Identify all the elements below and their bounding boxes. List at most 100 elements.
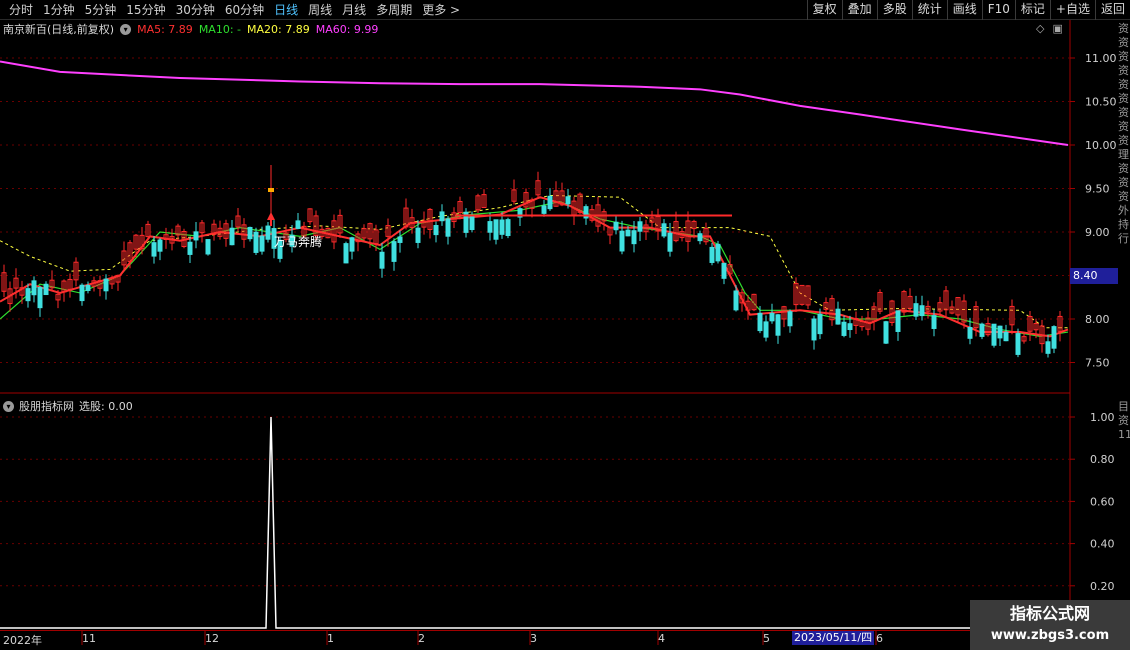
- candle-body: [79, 284, 85, 302]
- candle-body: [493, 219, 499, 240]
- date-label-6: 4: [658, 632, 665, 645]
- candle-body: [37, 287, 43, 309]
- candle-body: [391, 241, 397, 262]
- candle-body: [709, 246, 715, 263]
- candle-body: [811, 318, 817, 341]
- current-price-tag: 8.40: [1070, 268, 1118, 284]
- candle-body: [433, 225, 439, 236]
- date-cursor-label: 2023/05/11/四: [792, 631, 875, 645]
- date-label-8: 6: [876, 632, 883, 645]
- candle-body: [469, 214, 475, 231]
- price-tick-label: 10.50: [1085, 96, 1117, 109]
- candle-body: [625, 229, 631, 237]
- date-label-2: 12: [205, 632, 219, 645]
- candle-body: [769, 312, 775, 322]
- ma10-line: [0, 200, 1069, 338]
- candle-body: [295, 220, 301, 229]
- date-axis: 2023/05/11/四 2022年 11 12 1 2 3 4 5 6: [0, 630, 970, 650]
- candle-body: [763, 321, 769, 338]
- watermark-url: www.zbgs3.com: [990, 628, 1110, 643]
- side-panel-strip: 资资资资资资资资资理资资资外持行: [1118, 22, 1129, 245]
- candle-body: [343, 243, 349, 264]
- candle-body: [268, 188, 274, 192]
- candle-body: [541, 205, 547, 214]
- date-label-1: 11: [82, 632, 96, 645]
- ma60-line: [0, 60, 1069, 146]
- candle-body: [967, 327, 973, 339]
- signal-line: [0, 416, 970, 629]
- watermark-title: 指标公式网: [1009, 604, 1090, 623]
- candle-body: [379, 251, 385, 269]
- sub-tick-label: 0.20: [1090, 580, 1115, 593]
- candle-body: [619, 230, 625, 252]
- candle-body: [43, 283, 49, 296]
- candle-body: [1051, 326, 1057, 349]
- candle-body: [979, 323, 985, 337]
- sub-tick-label: 1.00: [1090, 411, 1115, 424]
- date-label-0: 2022年: [3, 634, 42, 647]
- candle-body: [847, 323, 853, 331]
- candle-body: [631, 230, 637, 245]
- date-label-7: 5: [763, 632, 770, 645]
- candle-body: [715, 243, 721, 262]
- candle-body: [253, 231, 259, 253]
- candle-body: [25, 288, 31, 302]
- candle-body: [397, 236, 403, 243]
- candle-body: [193, 231, 199, 241]
- candle-body: [613, 221, 619, 231]
- candle-body: [565, 196, 571, 205]
- candle-body: [415, 227, 421, 243]
- candle-body: [265, 225, 271, 240]
- sub-indicator-value: 选股: 0.00: [79, 400, 133, 413]
- date-label-3: 1: [327, 632, 334, 645]
- candle-body: [913, 303, 919, 317]
- candle-body: [637, 221, 643, 232]
- candle-body: [187, 241, 193, 255]
- sub-indicator-name: 股朋指标网: [19, 400, 74, 413]
- candle-body: [817, 313, 823, 335]
- candle-body: [349, 237, 355, 252]
- candle-body: [85, 284, 91, 291]
- candle-body: [205, 239, 211, 255]
- candle-body: [157, 239, 163, 252]
- candle-body: [757, 312, 763, 332]
- candle-body: [721, 262, 727, 279]
- price-tick-label: 9.00: [1085, 226, 1110, 239]
- candle-body: [445, 218, 451, 237]
- candle-body: [1015, 333, 1021, 355]
- candle-body: [697, 233, 703, 242]
- signal-annotation: 万马奔腾: [274, 234, 322, 249]
- price-tick-label: 10.00: [1085, 139, 1117, 152]
- candle-body: [661, 223, 667, 237]
- candle-body: [487, 221, 493, 233]
- candle-body: [499, 219, 505, 235]
- candle-body: [547, 195, 553, 210]
- candle-body: [1045, 341, 1051, 354]
- price-tick-label: 9.50: [1085, 183, 1110, 196]
- price-tick-label: 8.00: [1085, 313, 1110, 326]
- candle-body: [733, 290, 739, 311]
- candle-body: [439, 211, 445, 222]
- candle-body: [667, 232, 673, 252]
- kline-chart[interactable]: 11.0010.5010.009.509.008.508.007.501.000…: [0, 0, 1130, 650]
- candle-body: [103, 278, 109, 292]
- candle-body: [835, 308, 841, 325]
- candle-body: [883, 321, 889, 344]
- date-label-5: 3: [530, 632, 537, 645]
- candle-body: [259, 235, 265, 252]
- candle-body: [919, 305, 925, 317]
- candle-body: [229, 227, 235, 246]
- candle-body: [31, 280, 37, 296]
- candle-body: [505, 219, 511, 237]
- candle-body: [991, 323, 997, 346]
- price-tick-label: 7.50: [1085, 357, 1110, 370]
- sub-tick-label: 0.40: [1090, 538, 1115, 551]
- date-label-4: 2: [418, 632, 425, 645]
- sub-tick-label: 0.60: [1090, 495, 1115, 508]
- sub-indicator-settings-icon[interactable]: ▾: [3, 400, 14, 412]
- candle-body: [775, 314, 781, 336]
- candle-body: [787, 311, 793, 327]
- watermark: 指标公式网 www.zbgs3.com: [970, 600, 1130, 650]
- candle-body: [151, 242, 157, 257]
- sub-chart-header: ▾ 股朋指标网 选股: 0.00: [0, 397, 133, 415]
